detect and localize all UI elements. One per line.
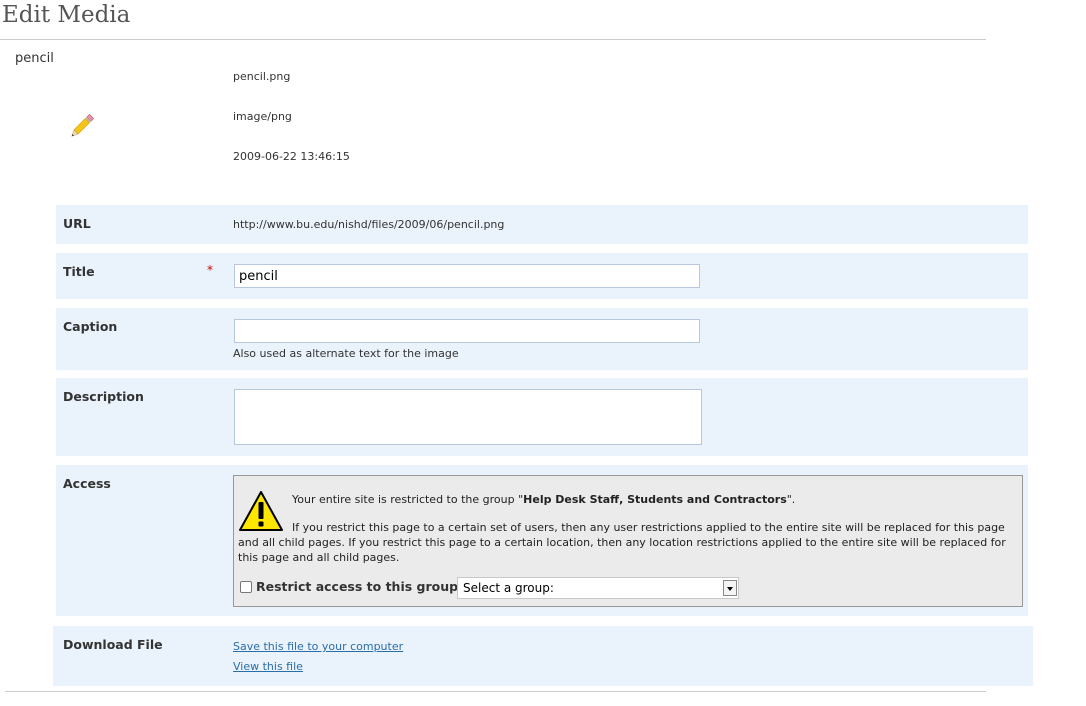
pencil-icon: [71, 113, 95, 137]
required-marker: *: [207, 263, 213, 277]
save-file-link[interactable]: Save this file to your computer: [233, 640, 403, 653]
chevron-down-icon[interactable]: [723, 580, 737, 596]
caption-help-text: Also used as alternate text for the imag…: [233, 347, 459, 360]
bottom-divider: [5, 691, 986, 692]
url-value: http://www.bu.edu/nishd/files/2009/06/pe…: [233, 218, 505, 231]
access-notice: Your entire site is restricted to the gr…: [292, 493, 796, 506]
access-row: Access Your entire site is restricted to…: [56, 465, 1028, 616]
url-row: URL http://www.bu.edu/nishd/files/2009/0…: [56, 205, 1028, 244]
url-label: URL: [63, 216, 91, 231]
media-name: pencil: [15, 51, 54, 66]
title-divider: [0, 39, 986, 40]
restrict-access-checkbox[interactable]: [240, 580, 252, 593]
media-date: 2009-06-22 13:46:15: [233, 150, 350, 163]
caption-label: Caption: [63, 319, 118, 334]
access-notice-detail: If you restrict this page to a certain s…: [238, 521, 1006, 564]
group-select[interactable]: Select a group:: [457, 577, 739, 599]
download-label: Download File: [63, 637, 163, 652]
view-file-link[interactable]: View this file: [233, 660, 303, 673]
access-notice-box: Your entire site is restricted to the gr…: [233, 475, 1023, 607]
description-row: Description: [56, 378, 1028, 456]
restrict-access-control: Restrict access to this group:: [240, 579, 463, 594]
restrict-access-label[interactable]: Restrict access to this group:: [256, 579, 463, 594]
download-row: Download File Save this file to your com…: [53, 626, 1033, 686]
access-label: Access: [63, 476, 111, 491]
title-row: Title *: [56, 253, 1028, 299]
caption-row: Caption Also used as alternate text for …: [56, 308, 1028, 370]
title-label: Title: [63, 264, 95, 279]
media-filename: pencil.png: [233, 70, 291, 83]
caption-input[interactable]: [234, 319, 700, 343]
title-input[interactable]: [234, 264, 700, 288]
description-textarea[interactable]: [234, 389, 702, 445]
description-label: Description: [63, 389, 144, 404]
restricted-group-name: Help Desk Staff, Students and Contractor…: [523, 493, 787, 506]
page-title: Edit Media: [2, 2, 131, 28]
media-mime-type: image/png: [233, 110, 292, 123]
group-select-value: Select a group:: [463, 581, 554, 595]
